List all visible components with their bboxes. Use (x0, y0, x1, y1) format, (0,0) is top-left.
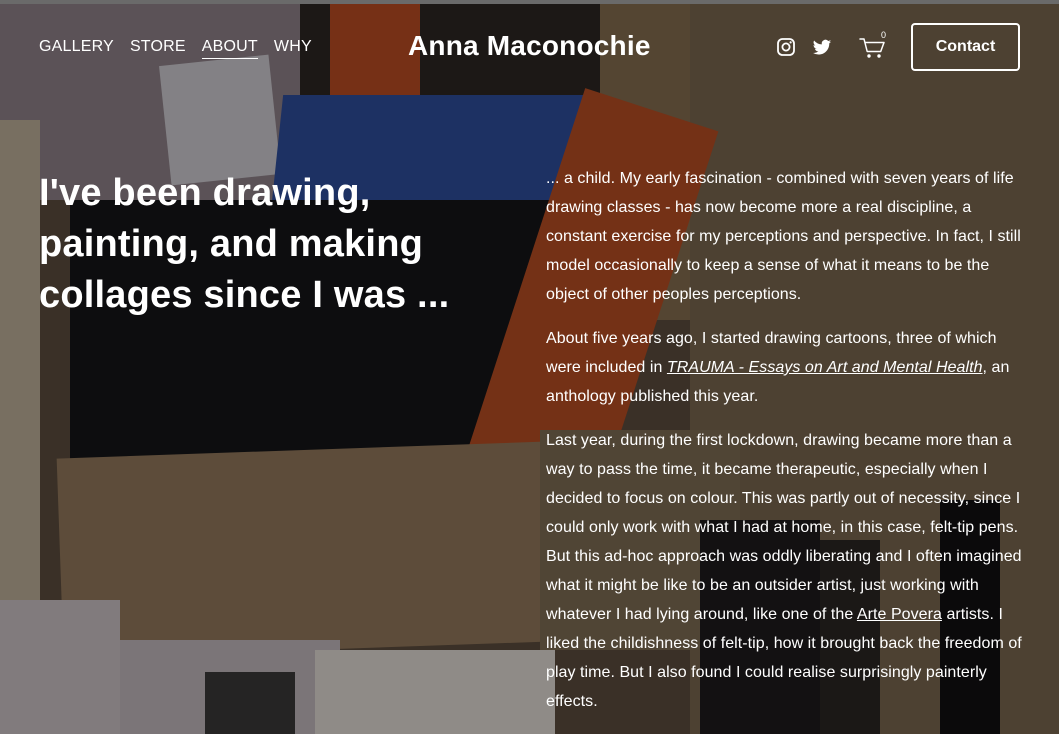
trauma-book-link[interactable]: TRAUMA - Essays on Art and Mental Health (667, 359, 983, 376)
about-text: ... a child. My early fascination - comb… (546, 164, 1026, 731)
paragraph-2: About five years ago, I started drawing … (546, 324, 1026, 411)
site-title[interactable]: Anna Maconochie (408, 30, 651, 62)
paragraph-text: Last year, during the first lockdown, dr… (546, 432, 1022, 623)
main-nav: GALLERY STORE ABOUT WHY (39, 38, 312, 59)
arte-povera-link[interactable]: Arte Povera (857, 606, 942, 623)
instagram-icon[interactable] (776, 37, 796, 57)
paragraph-text: ... a child. My early fascination - comb… (546, 170, 1021, 303)
nav-item-store[interactable]: STORE (130, 38, 186, 59)
cart-count: 0 (881, 30, 887, 40)
page-headline: I've been drawing, painting, and making … (39, 172, 450, 316)
paragraph-3: Last year, during the first lockdown, dr… (546, 426, 1026, 716)
nav-item-about[interactable]: ABOUT (201, 38, 258, 59)
paragraph-1: ... a child. My early fascination - comb… (546, 164, 1026, 309)
top-border (0, 0, 1059, 4)
link-text: TRAUMA - Essays on Art and Mental Health (666, 359, 983, 376)
contact-button[interactable]: Contact (911, 23, 1020, 71)
social-links (776, 37, 832, 57)
nav-item-why[interactable]: WHY (274, 38, 312, 59)
nav-item-gallery[interactable]: GALLERY (39, 38, 114, 59)
twitter-icon[interactable] (812, 37, 832, 57)
